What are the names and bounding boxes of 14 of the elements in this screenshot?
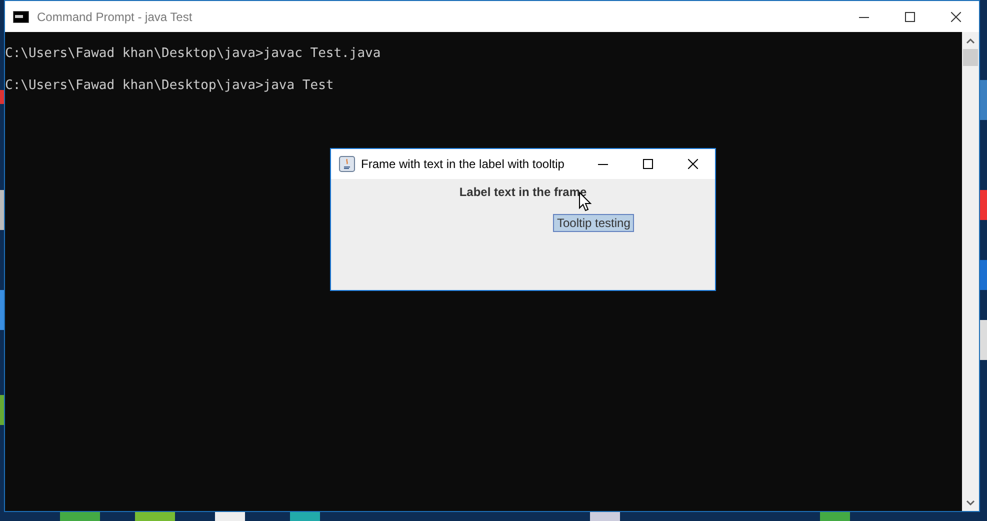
console-line: C:\Users\Fawad khan\Desktop\java>java Test	[5, 78, 335, 94]
maximize-icon	[905, 12, 915, 22]
maximize-icon	[642, 159, 652, 169]
scrollbar[interactable]	[962, 32, 979, 511]
label-text: Label text in the frame	[459, 185, 587, 199]
scroll-thumb[interactable]	[963, 49, 978, 66]
window-title: Command Prompt - java Test	[37, 10, 192, 24]
console-app-icon	[13, 10, 29, 22]
frame-title: Frame with text in the label with tooltip	[361, 157, 564, 171]
java-app-icon	[339, 156, 355, 172]
close-icon	[951, 12, 961, 22]
console-line: C:\Users\Fawad khan\Desktop\java>javac Test.java	[5, 46, 382, 62]
tooltip: Tooltip testing	[553, 214, 634, 232]
close-icon	[688, 159, 698, 169]
